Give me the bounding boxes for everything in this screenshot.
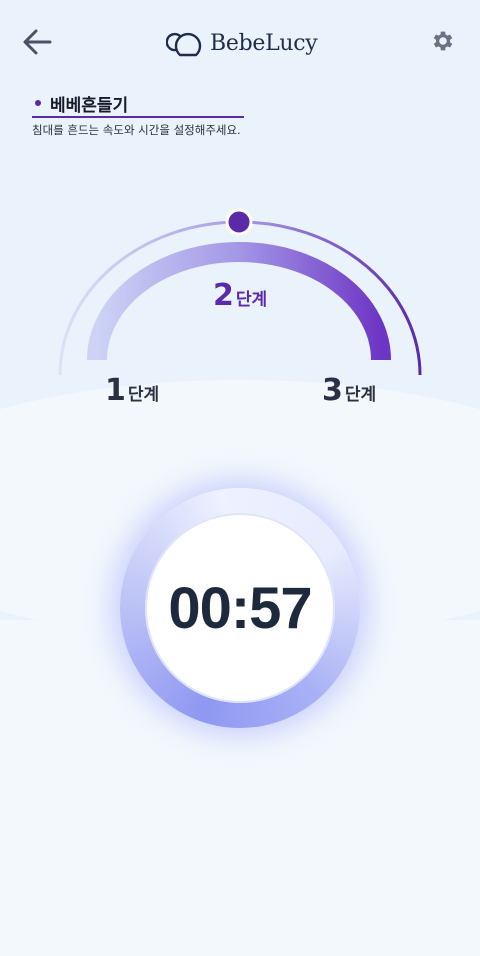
level-slider-handle[interactable]: [225, 208, 253, 236]
section-title-text: 베베흔들기: [50, 95, 129, 116]
level-2-option[interactable]: 2 단계: [213, 278, 267, 313]
settings-button[interactable]: [430, 28, 456, 54]
level-2-unit: 단계: [235, 290, 268, 310]
app-name: BebeLucy: [210, 30, 318, 56]
speed-dial[interactable]: 1 단계 2 단계 3 단계: [0, 190, 480, 430]
section-title: 베베흔들기: [32, 90, 244, 118]
level-1-number: 1: [105, 373, 126, 408]
level-3-option[interactable]: 3 단계: [322, 373, 376, 408]
level-3-unit: 단계: [344, 385, 377, 405]
level-2-number: 2: [213, 278, 234, 313]
bullet-dot: [35, 100, 41, 106]
app-logo: BebeLucy: [166, 26, 318, 60]
timer-dial[interactable]: 00:57: [120, 488, 360, 728]
timer-value: 00:57: [168, 575, 312, 641]
arrow-left-icon: [23, 29, 52, 55]
gear-icon: [433, 31, 453, 51]
level-3-number: 3: [322, 373, 343, 408]
timer-face: 00:57: [145, 513, 335, 703]
logo-mark-icon: [166, 32, 202, 57]
level-1-option[interactable]: 1 단계: [105, 373, 159, 408]
level-1-unit: 단계: [127, 385, 160, 405]
back-button[interactable]: [20, 26, 56, 58]
app-header: BebeLucy: [0, 0, 480, 84]
section-description: 침대를 흔드는 속도와 시간을 설정해주세요.: [32, 123, 241, 137]
